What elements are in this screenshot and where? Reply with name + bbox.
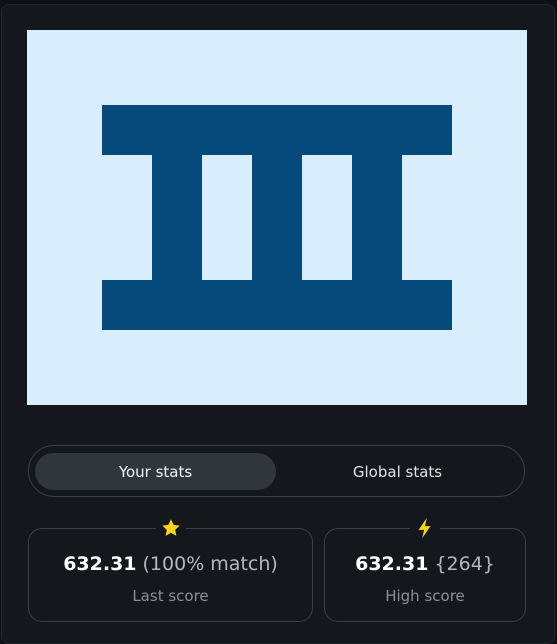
tab-your-stats[interactable]: Your stats [35, 453, 276, 490]
shape-pillar-left [152, 155, 202, 280]
tab-global-stats[interactable]: Global stats [277, 453, 518, 490]
last-score-match: (100% match) [142, 553, 278, 575]
shape-bottom-bar [102, 280, 452, 330]
high-score-number: 632.31 [355, 553, 429, 575]
star-icon [155, 515, 186, 541]
stats-tabs: Your stats Global stats [28, 445, 525, 497]
last-score-panel: 632.31 (100% match) Last score [28, 515, 313, 622]
shape-pillar-middle [252, 155, 302, 280]
high-score-label: High score [385, 587, 465, 605]
pillar-shape [102, 105, 452, 330]
last-score-label: Last score [132, 587, 209, 605]
lightning-icon [410, 515, 440, 541]
last-score-value: 632.31 (100% match) [29, 553, 312, 575]
last-score-number: 632.31 [63, 553, 137, 575]
shape-top-bar [102, 105, 452, 155]
high-score-value: 632.31 {264} [325, 553, 525, 575]
shape-pillar-right [352, 155, 402, 280]
high-score-count: {264} [434, 553, 495, 575]
target-preview [27, 30, 527, 405]
high-score-panel: 632.31 {264} High score [324, 515, 526, 622]
